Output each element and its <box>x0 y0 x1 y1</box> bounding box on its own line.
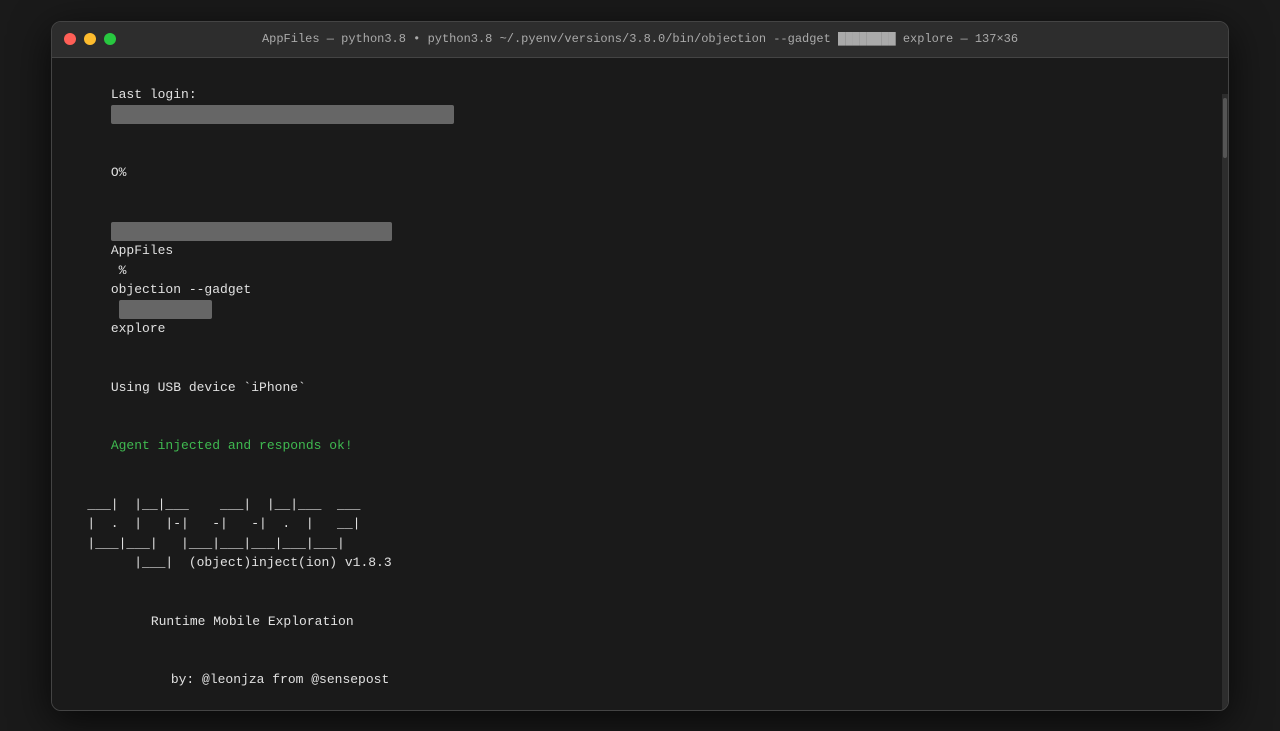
usb-device-line: Using USB device `iPhone` <box>64 358 1216 417</box>
empty-line-3 <box>64 709 1216 710</box>
scrollbar[interactable] <box>1222 94 1228 710</box>
ascii-line-4: |___| (object)inject(ion) v1.8.3 <box>64 553 1216 573</box>
empty-line-1 <box>64 475 1216 495</box>
command-line: AppFiles % objection --gadget explore <box>64 202 1216 358</box>
prompt-icon: O% <box>111 165 127 180</box>
titlebar: AppFiles — python3.8 • python3.8 ~/.pyen… <box>52 22 1228 58</box>
ascii-line-3: |___|___| |___|___|___|___|___| <box>64 534 1216 554</box>
usb-device-text: Using USB device `iPhone` <box>111 380 306 395</box>
close-button[interactable] <box>64 33 76 45</box>
titlebar-title: AppFiles — python3.8 • python3.8 ~/.pyen… <box>262 32 1018 46</box>
prompt-symbol: % <box>111 263 134 278</box>
ascii-line-1: ___| |__|___ ___| |__|___ ___ <box>64 495 1216 515</box>
last-login-label: Last login: <box>111 87 197 102</box>
minimize-button[interactable] <box>84 33 96 45</box>
ascii-line-2: | . | |-| -| -| . | __| <box>64 514 1216 534</box>
prompt-path: AppFiles <box>111 243 173 258</box>
agent-injected-line: Agent injected and responds ok! <box>64 417 1216 476</box>
gadget-value <box>111 302 220 317</box>
terminal-window: AppFiles — python3.8 • python3.8 ~/.pyen… <box>51 21 1229 711</box>
ascii-art: ___| |__|___ ___| |__|___ ___ | . | |-| … <box>64 495 1216 573</box>
agent-injected-text: Agent injected and responds ok! <box>111 438 353 453</box>
last-login-value <box>111 105 454 125</box>
command-end: explore <box>111 321 166 336</box>
by-line: by: @leonjza from @sensepost <box>64 651 1216 710</box>
by-text: by: @leonjza from @sensepost <box>171 672 389 687</box>
prompt-icon-line: O% <box>64 144 1216 203</box>
command-text: objection --gadget <box>111 282 251 297</box>
runtime-line: Runtime Mobile Exploration <box>64 592 1216 651</box>
runtime-text: Runtime Mobile Exploration <box>151 614 354 629</box>
last-login-line: Last login: <box>64 66 1216 144</box>
scrollbar-thumb[interactable] <box>1223 98 1227 158</box>
redacted-path <box>111 224 392 239</box>
empty-line-2 <box>64 573 1216 593</box>
maximize-button[interactable] <box>104 33 116 45</box>
terminal-body[interactable]: Last login: O% AppFiles % objection --ga… <box>52 58 1228 710</box>
